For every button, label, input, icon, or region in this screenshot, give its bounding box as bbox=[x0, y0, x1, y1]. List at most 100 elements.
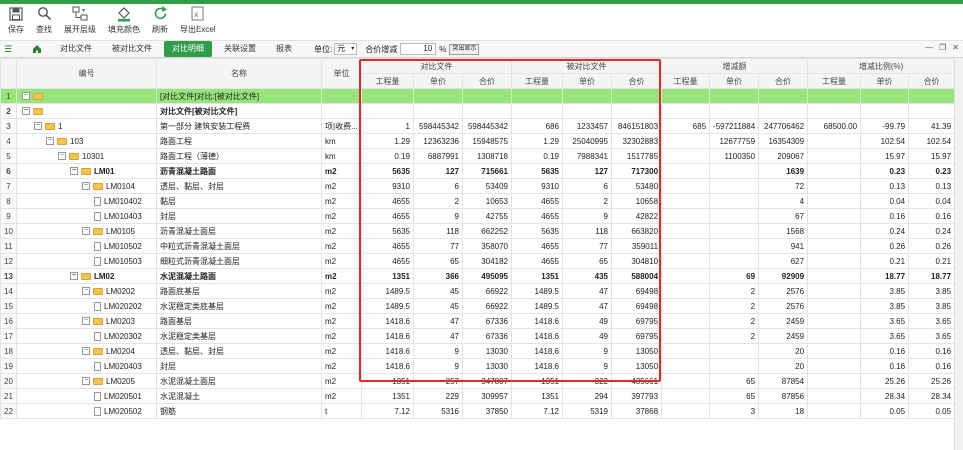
cmp-qty-cell[interactable]: 1 bbox=[361, 118, 414, 134]
ratio-price-cell[interactable]: 0.26 bbox=[860, 238, 910, 254]
ratio-price-cell[interactable]: 0.16 bbox=[860, 208, 910, 224]
vertical-scrollbar[interactable] bbox=[954, 58, 963, 450]
header-total[interactable]: 合价 bbox=[610, 73, 663, 89]
minimize-icon[interactable]: — bbox=[925, 43, 933, 52]
delta-qty-cell[interactable] bbox=[661, 298, 711, 314]
ratio-price-cell[interactable]: 25.26 bbox=[860, 373, 910, 389]
ratio-total-cell[interactable]: 0.13 bbox=[908, 178, 956, 194]
name-cell[interactable]: 透层、黏层、封层 bbox=[156, 178, 322, 194]
delta-qty-cell[interactable] bbox=[661, 328, 711, 344]
row-number[interactable]: 11 bbox=[0, 238, 17, 254]
cmp-qty-cell[interactable]: 1418.6 bbox=[361, 328, 414, 344]
header-qty[interactable]: 工程量 bbox=[511, 73, 563, 89]
delta-total-cell[interactable]: 247706462 bbox=[758, 118, 809, 134]
delta-total-cell[interactable]: 2459 bbox=[758, 328, 809, 344]
delta-total-cell[interactable]: 72 bbox=[758, 178, 809, 194]
code-cell[interactable]: − LM0205 bbox=[16, 373, 157, 389]
collapse-toggle-icon[interactable]: − bbox=[82, 347, 90, 355]
header-total[interactable]: 合价 bbox=[908, 73, 956, 89]
delta-total-cell[interactable]: 18 bbox=[758, 403, 809, 419]
table-row[interactable]: 16− LM0203 路面基层 m2 1418.6 47 67336 1418.6 49 6979… bbox=[0, 313, 956, 329]
table-row[interactable]: 10− LM0105 沥青混凝土面层 m2 5635 118 662252 5635 118 66… bbox=[0, 223, 956, 239]
cmp-total-cell[interactable] bbox=[462, 103, 512, 119]
unit-select[interactable]: 元 ▾ bbox=[334, 43, 358, 55]
unit-cell[interactable]: m2 bbox=[321, 373, 362, 389]
unit-cell[interactable]: 项|收费... bbox=[321, 118, 362, 134]
cmp-total-cell[interactable]: 53409 bbox=[462, 178, 512, 194]
ratio-total-cell[interactable]: 0.05 bbox=[908, 403, 956, 419]
cmp-price-cell[interactable]: 118 bbox=[413, 223, 463, 239]
cmp-qty-cell[interactable]: 1489.5 bbox=[361, 283, 414, 299]
delta-total-cell[interactable]: 2459 bbox=[758, 313, 809, 329]
table-row[interactable]: 5−10301 路面工程（薄德） km 0.19 6887991 1308718 0.19 7… bbox=[0, 148, 956, 164]
unit-cell[interactable]: t bbox=[321, 403, 362, 419]
ratio-total-cell[interactable]: 0.24 bbox=[908, 223, 956, 239]
header-code[interactable]: 编号 bbox=[16, 58, 157, 89]
delta-price-cell[interactable]: 69 bbox=[709, 268, 760, 284]
search-button[interactable]: 查找 bbox=[30, 4, 58, 35]
delta-price-cell[interactable]: 65 bbox=[709, 388, 760, 404]
table-row[interactable]: 12 LM010503 细粒式沥青混凝土面层 m2 4655 65 304182 4655 65… bbox=[0, 253, 956, 269]
collapse-toggle-icon[interactable]: − bbox=[58, 152, 66, 160]
cmp-price-cell[interactable] bbox=[413, 103, 463, 119]
delta-price-cell[interactable] bbox=[709, 223, 760, 239]
unit-cell[interactable]: m2 bbox=[321, 343, 362, 359]
cmp-price-cell[interactable]: 257 bbox=[413, 373, 463, 389]
header-price[interactable]: 单价 bbox=[709, 73, 760, 89]
ratio-total-cell[interactable]: 25.26 bbox=[908, 373, 956, 389]
name-cell[interactable]: 沥青混凝土路面 bbox=[156, 163, 322, 179]
cmp-qty-cell[interactable]: 7.12 bbox=[361, 403, 414, 419]
ratio-total-cell[interactable] bbox=[908, 88, 956, 104]
unit-cell[interactable] bbox=[321, 88, 362, 104]
collapse-toggle-icon[interactable]: − bbox=[46, 137, 54, 145]
delta-price-cell[interactable] bbox=[709, 178, 760, 194]
collapse-toggle-icon[interactable]: − bbox=[82, 227, 90, 235]
delta-total-cell[interactable]: 2576 bbox=[758, 298, 809, 314]
delta-qty-cell[interactable] bbox=[661, 388, 711, 404]
unit-cell[interactable]: m2 bbox=[321, 178, 362, 194]
ratio-total-cell[interactable]: 28.34 bbox=[908, 388, 956, 404]
cmp-price-cell[interactable] bbox=[413, 88, 463, 104]
ratio-qty-cell[interactable] bbox=[807, 148, 862, 164]
header-total[interactable]: 合价 bbox=[462, 73, 512, 89]
ratio-qty-cell[interactable] bbox=[807, 373, 862, 389]
ratio-price-cell[interactable]: 0.16 bbox=[860, 343, 910, 359]
delta-price-cell[interactable]: 2 bbox=[709, 298, 760, 314]
table-row[interactable]: 9 LM010403 封层 m2 4655 9 42755 4655 9 42822 67 0.16 0… bbox=[0, 208, 956, 224]
cmp-total-cell[interactable]: 13030 bbox=[462, 358, 512, 374]
cmp-total-cell[interactable]: 309957 bbox=[462, 388, 512, 404]
name-cell[interactable]: 封层 bbox=[156, 358, 322, 374]
unit-cell[interactable]: m2 bbox=[321, 208, 362, 224]
tgt-total-cell[interactable]: 397793 bbox=[610, 388, 663, 404]
cmp-price-cell[interactable]: 47 bbox=[413, 328, 463, 344]
ratio-price-cell[interactable]: 0.05 bbox=[860, 403, 910, 419]
code-cell[interactable]: LM020202 bbox=[16, 298, 157, 314]
cmp-qty-cell[interactable]: 1418.6 bbox=[361, 343, 414, 359]
table-row[interactable]: 8 LM010402 黏层 m2 4655 2 10653 4655 2 10658 4 0.04 0.… bbox=[0, 193, 956, 209]
code-cell[interactable]: LM010403 bbox=[16, 208, 157, 224]
collapse-toggle-icon[interactable]: − bbox=[82, 182, 90, 190]
ratio-input[interactable]: 10 bbox=[400, 43, 437, 55]
delta-total-cell[interactable]: 627 bbox=[758, 253, 809, 269]
unit-cell[interactable]: m2 bbox=[321, 298, 362, 314]
name-cell[interactable]: 水泥稳定类基层 bbox=[156, 328, 322, 344]
code-cell[interactable]: − LM0202 bbox=[16, 283, 157, 299]
delta-price-cell[interactable] bbox=[709, 358, 760, 374]
unit-cell[interactable] bbox=[321, 103, 362, 119]
tgt-qty-cell[interactable]: 7.12 bbox=[511, 403, 563, 419]
ratio-total-cell[interactable]: 0.16 bbox=[908, 343, 956, 359]
delta-price-cell[interactable] bbox=[709, 208, 760, 224]
row-number[interactable]: 5 bbox=[0, 148, 17, 164]
tgt-price-cell[interactable]: 294 bbox=[562, 388, 612, 404]
tgt-total-cell[interactable]: 13050 bbox=[610, 343, 663, 359]
code-cell[interactable]: LM010503 bbox=[16, 253, 157, 269]
tab-report[interactable]: 报表 bbox=[268, 41, 300, 57]
delta-total-cell[interactable] bbox=[758, 88, 809, 104]
delta-price-cell[interactable]: 65 bbox=[709, 373, 760, 389]
tgt-price-cell[interactable]: 77 bbox=[562, 238, 612, 254]
ratio-qty-cell[interactable] bbox=[807, 253, 862, 269]
row-number[interactable]: 17 bbox=[0, 328, 17, 344]
table-row[interactable]: 4−103 路面工程 km 1.29 12363236 15948575 1.29 25040… bbox=[0, 133, 956, 149]
tgt-qty-cell[interactable] bbox=[511, 88, 563, 104]
ratio-total-cell[interactable]: 3.65 bbox=[908, 313, 956, 329]
